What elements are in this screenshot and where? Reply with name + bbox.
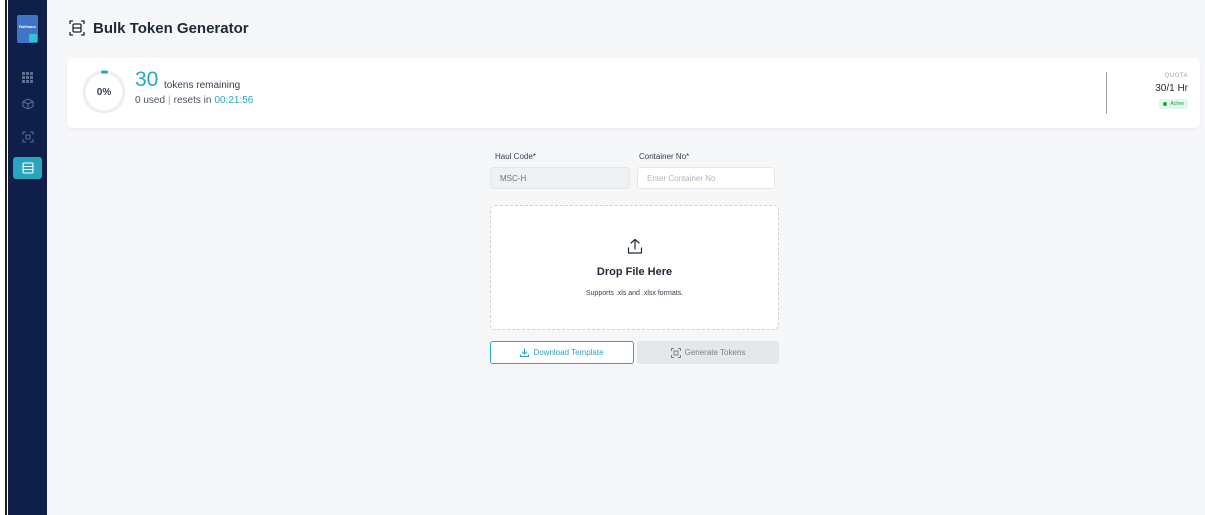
upload-icon [627, 238, 643, 254]
reset-timer: 00:21:56 [214, 95, 254, 106]
generate-tokens-button[interactable]: Generate Tokens [637, 341, 779, 364]
quota-divider [1106, 72, 1107, 114]
tokens-remaining-count: 30 [135, 68, 159, 91]
download-template-label: Download Template [533, 348, 604, 357]
status-text: Active [1170, 101, 1184, 107]
quota-label: QUOTA [1164, 73, 1188, 79]
grid-icon [22, 71, 33, 83]
haul-code-label: Haul Code* [495, 152, 536, 161]
page-header: Bulk Token Generator [68, 17, 249, 39]
cube-icon [22, 98, 33, 110]
quota-card: 0% 30 tokens remaining 0 used | resets i… [67, 58, 1200, 128]
download-template-button[interactable]: Download Template [490, 341, 634, 364]
status-dot [1163, 102, 1168, 106]
dropzone-subtitle: Supports .xls and .xlsx formats. [585, 290, 684, 297]
usage-line: 0 used | resets in 00:21:56 [135, 95, 253, 106]
resets-label: resets in [173, 95, 212, 106]
app-logo[interactable]: Railhaus [17, 15, 38, 43]
tokens-remaining-label: tokens remaining [164, 80, 241, 91]
download-icon [520, 348, 530, 357]
list-icon [21, 162, 34, 174]
scan-icon [22, 131, 33, 143]
sidebar-item-dashboard[interactable] [13, 66, 42, 88]
container-no-input[interactable] [637, 167, 775, 189]
logo-text: Railhaus [19, 24, 36, 29]
generate-tokens-label: Generate Tokens [684, 348, 746, 357]
sidebar: Railhaus [8, 0, 47, 515]
scan-icon [670, 347, 681, 358]
window-edge [5, 0, 7, 515]
used-count: 0 used [135, 95, 166, 106]
file-dropzone[interactable]: Drop File Here Supports .xls and .xlsx f… [490, 205, 779, 330]
dropzone-title: Drop File Here [596, 266, 673, 278]
usage-percent: 0% [96, 86, 112, 98]
logo-accent [29, 34, 37, 42]
quota-value: 30/1 Hr [1155, 83, 1188, 94]
sidebar-item-scanner[interactable] [13, 126, 42, 148]
sidebar-item-bulk-tokens[interactable] [13, 157, 42, 179]
container-no-label: Container No* [639, 152, 690, 161]
page-title: Bulk Token Generator [93, 19, 249, 37]
haul-code-input[interactable] [490, 167, 630, 189]
usage-separator: | [168, 95, 171, 106]
sidebar-item-containers[interactable] [13, 93, 42, 115]
status-badge: Active [1159, 99, 1188, 109]
token-generator-icon [69, 20, 85, 36]
